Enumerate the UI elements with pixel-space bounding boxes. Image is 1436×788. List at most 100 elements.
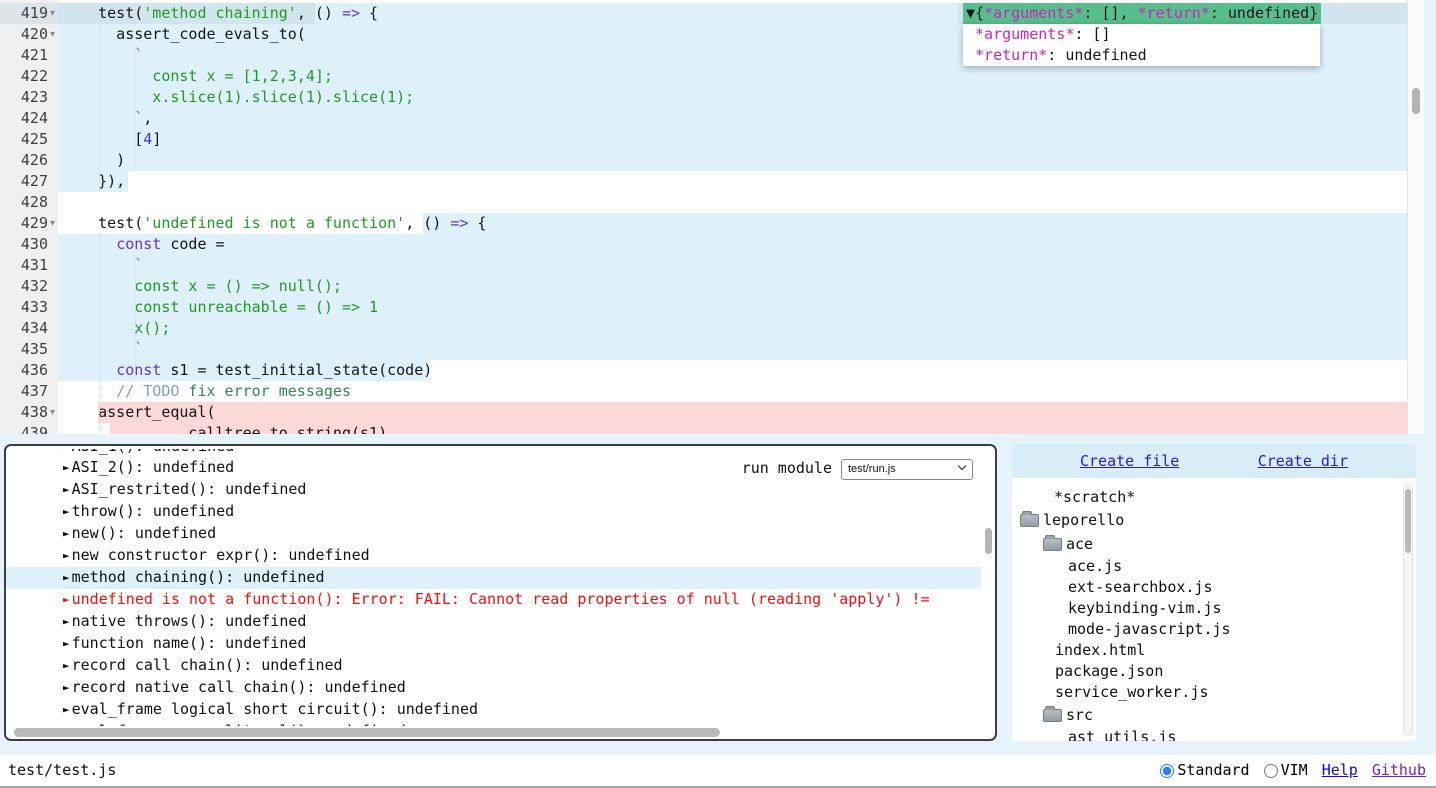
tree-file-item[interactable]: ace.js <box>1012 556 1402 577</box>
line-number: 436 <box>0 360 48 381</box>
inspector-entry[interactable]: *arguments*: [] <box>966 24 1317 45</box>
line-number: 435 <box>0 339 48 360</box>
code-line[interactable]: 431 ` <box>0 255 1407 276</box>
tree-file-item[interactable]: keybinding-vim.js <box>1012 598 1402 619</box>
test-result-item[interactable]: ►ASI_restrited(): undefined <box>6 479 981 501</box>
code-line[interactable]: 428 <box>0 192 1407 213</box>
line-number: 438 <box>0 402 48 423</box>
expand-arrow-icon[interactable]: ► <box>63 483 70 496</box>
help-link[interactable]: Help <box>1322 755 1358 786</box>
code-line[interactable]: 425 [4] <box>0 129 1407 150</box>
expand-arrow-icon[interactable]: ► <box>63 681 70 694</box>
test-result-item[interactable]: ►throw(): undefined <box>6 501 981 523</box>
test-result-text: function name(): undefined <box>72 634 307 652</box>
files-vertical-scrollbar[interactable] <box>1403 484 1413 736</box>
create-dir-link[interactable]: Create dir <box>1258 444 1348 478</box>
test-result-item[interactable]: ►new constructor expr(): undefined <box>6 545 981 567</box>
run-module-label: run module <box>742 458 832 479</box>
tree-file-item[interactable]: index.html <box>1012 640 1402 661</box>
code-line[interactable]: 434 x(); <box>0 318 1407 339</box>
inspector-entry[interactable]: *return*: undefined <box>966 45 1317 66</box>
console-vertical-scrollbar-thumb[interactable] <box>985 528 992 554</box>
indent-guide <box>99 24 100 192</box>
fold-arrow-icon[interactable]: ▾ <box>47 24 58 45</box>
code-line[interactable]: 424 `, <box>0 108 1407 129</box>
code-token: : undefined <box>1047 46 1146 64</box>
code-line[interactable]: 436 const s1 = test_initial_state(code) <box>0 360 1407 381</box>
fold-arrow-icon[interactable]: ▾ <box>47 3 58 24</box>
expand-arrow-icon[interactable]: ► <box>63 571 70 584</box>
code-line[interactable]: 433 const unreachable = () => 1 <box>0 297 1407 318</box>
tree-folder-item[interactable]: src <box>1012 703 1402 727</box>
expand-arrow-icon[interactable]: ► <box>63 637 70 650</box>
code-line[interactable]: 426 ) <box>0 150 1407 171</box>
code-line[interactable]: 437 // TODO fix error messages <box>0 381 1407 402</box>
editor-scrollbar-thumb[interactable] <box>1412 88 1420 114</box>
create-file-link[interactable]: Create file <box>1080 444 1179 478</box>
test-result-item[interactable]: ►method chaining(): undefined <box>6 567 981 589</box>
code-token: ▼{ <box>966 4 984 22</box>
tree-file-item[interactable]: *scratch* <box>1012 487 1402 508</box>
expand-arrow-icon[interactable]: ► <box>63 615 70 628</box>
test-result-item[interactable]: ►function name(): undefined <box>6 633 981 655</box>
code-line[interactable]: 438▾ assert_equal( <box>0 402 1407 423</box>
code-line[interactable]: 429▾ test('undefined is not a function',… <box>0 213 1407 234</box>
test-result-item[interactable]: ►record call chain(): undefined <box>6 655 981 677</box>
tree-folder-item[interactable]: ace <box>1012 532 1402 556</box>
console-hscroll-thumb[interactable] <box>14 728 720 737</box>
github-link[interactable]: Github <box>1372 755 1426 786</box>
code-line[interactable]: 430 const code = <box>0 234 1407 255</box>
test-result-item[interactable]: ►ASI_1(): undefined <box>6 449 981 457</box>
tree-file-item[interactable]: mode-javascript.js <box>1012 619 1402 640</box>
code-line[interactable]: 423 x.slice(1).slice(1).slice(1); <box>0 87 1407 108</box>
code-line[interactable]: 427 }), <box>0 171 1407 192</box>
code-line[interactable]: 422 const x = [1,2,3,4]; <box>0 66 1407 87</box>
fold-arrow-icon[interactable]: ▾ <box>47 213 58 234</box>
code-token <box>966 25 975 43</box>
status-bar: test/test.js Standard VIM Help Github <box>0 755 1436 786</box>
test-result-item[interactable]: ►native throws(): undefined <box>6 611 981 633</box>
tree-item-label: ace <box>1066 532 1093 556</box>
tree-file-item[interactable]: service_worker.js <box>1012 682 1402 703</box>
expand-arrow-icon[interactable]: ► <box>63 549 70 562</box>
line-number: 429 <box>0 213 48 234</box>
test-result-text: new(): undefined <box>72 524 217 542</box>
inspector-summary[interactable]: ▼{*arguments*: [], *return*: undefined} <box>963 3 1321 24</box>
fold-arrow-icon[interactable]: ▾ <box>47 402 58 423</box>
code-line[interactable]: 435 ` <box>0 339 1407 360</box>
run-module-select[interactable]: test/run.js <box>841 459 973 480</box>
code-line[interactable]: 439 calltree_to_string(s1) <box>0 423 1407 434</box>
line-number: 430 <box>0 234 48 255</box>
line-number: 425 <box>0 129 48 150</box>
code-editor[interactable]: 419▾ test('method chaining', () => {420▾… <box>0 0 1424 434</box>
keybinding-vim-radio[interactable] <box>1264 764 1278 778</box>
expand-arrow-icon[interactable]: ► <box>63 659 70 672</box>
code-token: ] <box>152 130 161 148</box>
expand-arrow-icon[interactable]: ► <box>63 449 70 453</box>
test-result-item[interactable]: ►undefined is not a function(): Error: F… <box>6 589 981 611</box>
expand-arrow-icon[interactable]: ► <box>63 527 70 540</box>
tree-file-item[interactable]: ext-searchbox.js <box>1012 577 1402 598</box>
expand-arrow-icon[interactable]: ► <box>63 593 70 606</box>
test-result-item[interactable]: ►new(): undefined <box>6 523 981 545</box>
expand-arrow-icon[interactable]: ► <box>63 703 70 716</box>
keybinding-standard-radio[interactable] <box>1160 764 1174 778</box>
test-result-item[interactable]: ►record native call chain(): undefined <box>6 677 981 699</box>
test-result-item[interactable]: ►eval_frame logical short circuit(): und… <box>6 699 981 721</box>
code-text: const code = <box>58 234 1407 255</box>
keybinding-standard-option[interactable]: Standard <box>1160 755 1249 786</box>
line-number: 424 <box>0 108 48 129</box>
tree-file-item[interactable]: ast_utils.js <box>1012 727 1402 741</box>
expand-arrow-icon[interactable]: ► <box>63 461 70 474</box>
code-line[interactable]: 432 const x = () => null(); <box>0 276 1407 297</box>
test-result-text: ASI_2(): undefined <box>72 458 235 476</box>
files-scrollbar-thumb[interactable] <box>1405 489 1411 553</box>
keybinding-vim-option[interactable]: VIM <box>1264 755 1308 786</box>
test-result-text: record call chain(): undefined <box>72 656 343 674</box>
tree-file-item[interactable]: package.json <box>1012 661 1402 682</box>
tree-folder-item[interactable]: leporello <box>1012 508 1402 532</box>
editor-vertical-scrollbar[interactable] <box>1407 0 1424 434</box>
code-token: 4 <box>143 130 152 148</box>
expand-arrow-icon[interactable]: ► <box>63 505 70 518</box>
console-horizontal-scrollbar[interactable] <box>6 726 995 739</box>
